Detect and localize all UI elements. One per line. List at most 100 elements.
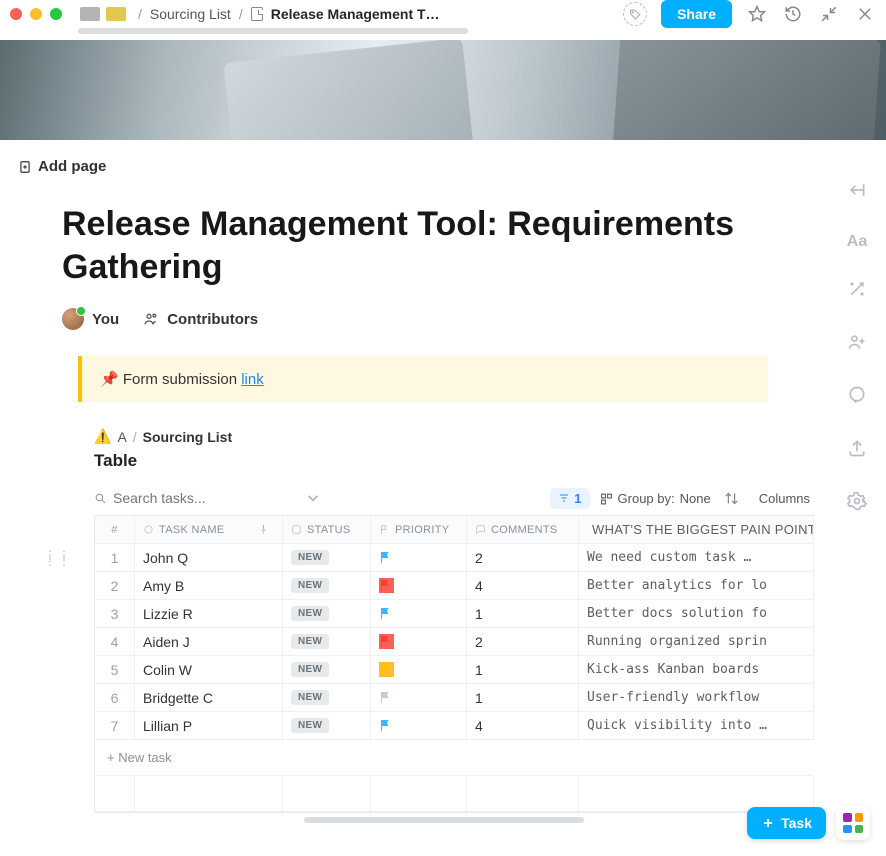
cell-priority[interactable] [371, 544, 467, 571]
col-comments[interactable]: COMMENTS [467, 516, 579, 543]
pin-icon[interactable] [258, 524, 269, 535]
cell-comments[interactable]: 1 [467, 684, 579, 711]
cell-comments[interactable]: 1 [467, 656, 579, 683]
page-title[interactable]: Release Management Tool: Requirements Ga… [62, 203, 762, 288]
columns-label: Columns [759, 491, 810, 506]
cell-status[interactable]: NEW [283, 600, 371, 627]
cell-pain[interactable]: Better analytics for lo [579, 572, 814, 599]
drag-handle-icon[interactable]: ⋮⋮⋮⋮ [44, 552, 72, 564]
close-window-icon[interactable] [10, 8, 22, 20]
cell-pain[interactable]: Kick-ass Kanban boards [579, 656, 814, 683]
cell-task-name[interactable]: Aiden J [135, 628, 283, 655]
tab-placeholder[interactable] [80, 7, 100, 21]
table-row[interactable]: 6Bridgette CNEW 1User-friendly workflow [95, 684, 814, 712]
add-page-label: Add page [38, 158, 106, 175]
col-task-name[interactable]: TASK NAME [135, 516, 283, 543]
apps-icon[interactable] [836, 806, 870, 840]
people-plus-icon[interactable] [847, 332, 867, 357]
col-status[interactable]: STATUS [283, 516, 371, 543]
cell-pain[interactable]: We need custom task … [579, 544, 814, 571]
row-num: 2 [95, 572, 135, 599]
cell-pain[interactable]: Better docs solution fo [579, 600, 814, 627]
add-page-button[interactable]: Add page [18, 158, 828, 175]
cell-task-name[interactable]: Amy B [135, 572, 283, 599]
cell-priority[interactable] [371, 628, 467, 655]
cell-task-name[interactable]: Colin W [135, 656, 283, 683]
typography-icon[interactable]: Aa [847, 233, 867, 251]
row-num: 7 [95, 712, 135, 739]
new-task-fab[interactable]: Task [747, 807, 826, 839]
cell-status[interactable]: NEW [283, 572, 371, 599]
tag-icon[interactable] [623, 2, 647, 26]
col-priority[interactable]: PRIORITY [371, 516, 467, 543]
breadcrumb: / Sourcing List / Release Management T… [138, 6, 440, 22]
sort-icon[interactable] [721, 487, 743, 509]
breadcrumb-source[interactable]: Sourcing List [143, 429, 232, 445]
cell-task-name[interactable]: Bridgette C [135, 684, 283, 711]
collapse-icon[interactable] [818, 3, 840, 25]
cell-status[interactable]: NEW [283, 628, 371, 655]
horizontal-scrollbar[interactable] [94, 817, 814, 825]
cell-priority[interactable] [371, 572, 467, 599]
gear-icon[interactable] [847, 491, 867, 516]
col-num[interactable]: # [95, 516, 135, 543]
share-button[interactable]: Share [661, 0, 732, 28]
cell-status[interactable]: NEW [283, 684, 371, 711]
wand-icon[interactable] [847, 279, 867, 304]
star-icon[interactable] [746, 3, 768, 25]
cell-pain[interactable]: Quick visibility into … [579, 712, 814, 739]
table-title[interactable]: Table [94, 451, 828, 471]
chevron-down-icon[interactable] [304, 487, 322, 509]
cell-priority[interactable] [371, 600, 467, 627]
cell-comments[interactable]: 4 [467, 712, 579, 739]
cell-comments[interactable]: 1 [467, 600, 579, 627]
row-num: 1 [95, 544, 135, 571]
table-row[interactable]: 4Aiden JNEW2Running organized sprin [95, 628, 814, 656]
cell-comments[interactable]: 2 [467, 544, 579, 571]
outdent-icon[interactable] [847, 180, 867, 205]
tab-placeholder[interactable] [106, 7, 126, 21]
cell-status[interactable]: NEW [283, 712, 371, 739]
export-icon[interactable] [847, 438, 867, 463]
cell-priority[interactable] [371, 712, 467, 739]
filter-chip[interactable]: 1 [550, 488, 589, 509]
window-controls[interactable] [10, 8, 62, 20]
maximize-window-icon[interactable] [50, 8, 62, 20]
contributors-button[interactable]: Contributors [143, 311, 258, 328]
cell-comments[interactable]: 4 [467, 572, 579, 599]
cell-task-name[interactable]: Lizzie R [135, 600, 283, 627]
table-row[interactable]: 3Lizzie RNEW1Better docs solution fo [95, 600, 814, 628]
col-pain[interactable]: WHAT'S THE BIGGEST PAIN POINT [579, 516, 814, 543]
table-row[interactable]: 5Colin WNEW1Kick-ass Kanban boards [95, 656, 814, 684]
author-label: You [92, 311, 119, 328]
cell-pain[interactable]: Running organized sprin [579, 628, 814, 655]
table-row[interactable]: 1John QNEW 2We need custom task … [95, 544, 814, 572]
cell-pain[interactable]: User-friendly workflow [579, 684, 814, 711]
columns-button[interactable]: Columns [753, 491, 810, 506]
cell-priority[interactable] [371, 684, 467, 711]
cell-status[interactable]: NEW [283, 544, 371, 571]
search-input[interactable] [113, 490, 253, 506]
table-row[interactable]: 2Amy BNEW 4Better analytics for lo [95, 572, 814, 600]
cell-comments[interactable]: 2 [467, 628, 579, 655]
breadcrumb-parent[interactable]: Sourcing List [150, 6, 231, 22]
history-icon[interactable] [782, 3, 804, 25]
new-task-button[interactable]: + New task [95, 740, 814, 776]
author-you[interactable]: You [62, 308, 119, 330]
search-field[interactable] [94, 490, 294, 506]
tab-strip[interactable] [80, 7, 126, 21]
callout-link[interactable]: link [241, 371, 264, 388]
comment-icon[interactable] [847, 385, 867, 410]
cell-task-name[interactable]: Lillian P [135, 712, 283, 739]
table-row[interactable]: 7Lillian PNEW 4Quick visibility into … [95, 712, 814, 740]
group-by-button[interactable]: Group by: None [600, 491, 711, 506]
cell-task-name[interactable]: John Q [135, 544, 283, 571]
row-num: 6 [95, 684, 135, 711]
minimize-window-icon[interactable] [30, 8, 42, 20]
breadcrumb-current: Release Management T… [271, 6, 440, 22]
cell-priority[interactable] [371, 656, 467, 683]
cell-status[interactable]: NEW [283, 656, 371, 683]
table-breadcrumb: ⚠️A / Sourcing List [94, 428, 828, 445]
callout-text: Form submission [123, 371, 241, 388]
close-icon[interactable] [854, 3, 876, 25]
